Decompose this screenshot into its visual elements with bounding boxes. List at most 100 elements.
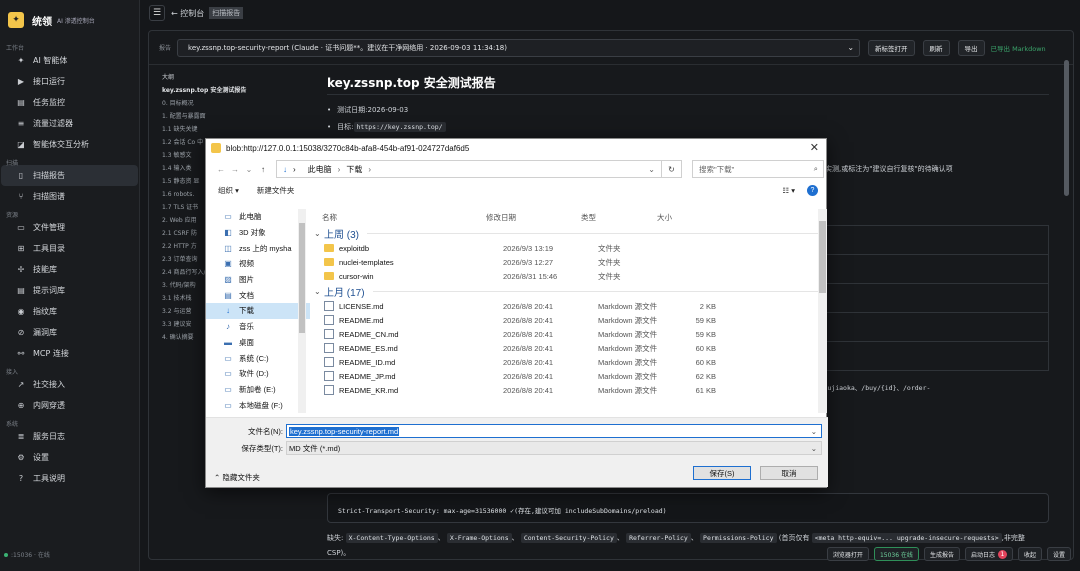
- tree-item[interactable]: ↓ 下载: [206, 303, 310, 319]
- sidebar-item[interactable]: ▤ 提示词库: [1, 280, 138, 301]
- tree-item[interactable]: ◧ 3D 对象: [206, 225, 310, 241]
- close-icon[interactable]: ✕: [810, 141, 819, 154]
- export-button[interactable]: 导出: [957, 39, 985, 56]
- tree-item[interactable]: ▭ 新加卷 (E:): [206, 382, 310, 398]
- tree-item[interactable]: ▭ 软件 (D:): [206, 366, 310, 382]
- cancel-button[interactable]: 取消: [760, 466, 818, 480]
- filetype-label: 保存类型(T):: [241, 443, 283, 453]
- folder-search-input[interactable]: 搜索"下载" ⌕: [692, 160, 824, 178]
- save-button[interactable]: 保存(S): [693, 466, 751, 480]
- address-segment[interactable]: 此电脑: [308, 164, 332, 175]
- chevron-down-icon: ⌄: [314, 228, 321, 238]
- outline-item[interactable]: 0. 目标概况: [162, 97, 312, 110]
- file-list-scroll-thumb[interactable]: [819, 221, 826, 293]
- file-date: 2026/8/8 20:41: [503, 301, 554, 311]
- generate-report-button[interactable]: 生成报告: [923, 547, 960, 561]
- sidebar-item[interactable]: ◉ 指纹库: [1, 301, 138, 322]
- open-new-tab-button[interactable]: 新标签打开: [868, 39, 915, 56]
- app-logo: ✦: [8, 12, 24, 28]
- file-group-header[interactable]: ⌄ 上周 (3): [310, 225, 828, 241]
- tree-item[interactable]: ▬ 桌面: [206, 335, 310, 351]
- hide-folders-toggle[interactable]: ⌃ 隐藏文件夹: [214, 472, 260, 483]
- help-icon[interactable]: ?: [807, 184, 818, 196]
- sidebar-item[interactable]: ? 工具说明: [1, 468, 138, 489]
- file-row[interactable]: README_ES.md 2026/8/8 20:41 Markdown 源文件 60…: [310, 341, 828, 355]
- sidebar-item[interactable]: ⚯ MCP 连接: [1, 343, 138, 364]
- file-type: 文件夹: [598, 243, 621, 253]
- filename-input[interactable]: key.zssnp.top-security-report.md ⌄: [286, 424, 822, 438]
- sidebar-item[interactable]: ▶ 接口运行: [1, 71, 138, 92]
- tree-item[interactable]: ▭ 系统 (C:): [206, 350, 310, 366]
- file-row[interactable]: README_ID.md 2026/8/8 20:41 Markdown 源文件 60…: [310, 355, 828, 369]
- drive-icon: ▭: [224, 384, 232, 394]
- chevron-down-icon[interactable]: ⌄: [811, 444, 817, 453]
- tree-item[interactable]: ▣ 视频: [206, 256, 310, 272]
- sidebar-item[interactable]: ▤ 任务监控: [1, 92, 138, 113]
- chevron-down-icon[interactable]: ⌄: [811, 427, 817, 436]
- tree-item-label: 视频: [239, 259, 254, 269]
- sidebar-item[interactable]: ⑂ 扫描图谱: [1, 186, 138, 207]
- sidebar-item[interactable]: ⊕ 内网穿透: [1, 395, 138, 416]
- menu-icon[interactable]: ☰: [149, 5, 165, 21]
- col-name[interactable]: 名称: [322, 212, 486, 223]
- outline-item[interactable]: 1.1 缺失关键: [162, 123, 312, 136]
- tree-item[interactable]: ▭ 此电脑: [206, 209, 310, 225]
- settings-button[interactable]: 设置: [1046, 547, 1071, 561]
- organize-menu[interactable]: 组织 ▾: [218, 185, 239, 196]
- col-type[interactable]: 类型: [581, 212, 657, 223]
- outline-item[interactable]: key.zssnp.top 安全测试报告: [162, 84, 312, 97]
- up-arrow-icon[interactable]: ↑: [256, 165, 270, 174]
- tree-item[interactable]: ♪ 音乐: [206, 319, 310, 335]
- refresh-icon[interactable]: ↻: [662, 160, 682, 178]
- tree-item[interactable]: ◫ zss 上的 mysha: [206, 240, 310, 256]
- tree-scroll-thumb[interactable]: [299, 223, 305, 333]
- file-group-header[interactable]: ⌄ 上月 (17): [310, 283, 828, 299]
- back-arrow-icon[interactable]: ←: [214, 165, 228, 174]
- file-list-scrollbar[interactable]: [818, 209, 827, 413]
- forward-arrow-icon[interactable]: →: [228, 165, 242, 174]
- sidebar-item[interactable]: ⊘ 漏洞库: [1, 322, 138, 343]
- dialog-title: blob:http://127.0.0.1:15038/3270c84b-afa…: [226, 143, 470, 153]
- sidebar-item[interactable]: ≡ 流量过滤器: [1, 113, 138, 134]
- sidebar-item[interactable]: ↗ 社交接入: [1, 374, 138, 395]
- col-date[interactable]: 修改日期: [486, 212, 581, 223]
- document-scrollbar[interactable]: [1064, 60, 1069, 196]
- address-bar[interactable]: ↓ › 此电脑 › 下载 › ⌄: [276, 160, 662, 178]
- tree-item[interactable]: ▨ 图片: [206, 272, 310, 288]
- tree-item[interactable]: ▤ 文档: [206, 287, 310, 303]
- sidebar-item[interactable]: ≣ 服务日志: [1, 426, 138, 447]
- file-row[interactable]: README_KR.md 2026/8/8 20:41 Markdown 源文件 61…: [310, 383, 828, 397]
- file-row[interactable]: README.md 2026/8/8 20:41 Markdown 源文件 59 KB: [310, 313, 828, 327]
- report-select[interactable]: key.zssnp.top-security-report (Claude · …: [177, 38, 861, 57]
- filetype-select[interactable]: MD 文件 (*.md) ⌄: [286, 441, 822, 455]
- filetype-row: 保存类型(T): MD 文件 (*.md) ⌄: [206, 441, 822, 455]
- address-segment[interactable]: 下载: [346, 164, 362, 175]
- sidebar-item[interactable]: ✢ 技能库: [1, 259, 138, 280]
- file-row[interactable]: README_CN.md 2026/8/8 20:41 Markdown 源文件 59…: [310, 327, 828, 341]
- file-row[interactable]: exploitdb 2026/9/3 13:19 文件夹: [310, 241, 828, 255]
- sidebar-item[interactable]: ✦ AI 智能体: [1, 50, 138, 71]
- sidebar-item[interactable]: ▯ 扫描报告: [1, 165, 138, 186]
- sidebar-item[interactable]: ◪ 智能体交互分析: [1, 134, 138, 155]
- chevron-down-icon[interactable]: ⌄: [648, 165, 655, 174]
- collapse-button[interactable]: 收起: [1017, 547, 1042, 561]
- file-row[interactable]: LICENSE.md 2026/8/8 20:41 Markdown 源文件 2 KB: [310, 299, 828, 313]
- back-to-console-link[interactable]: ← 控制台: [171, 8, 204, 19]
- outline-item[interactable]: 1. 配置与暴露面: [162, 110, 312, 123]
- tree-item[interactable]: ▭ 本地磁盘 (F:): [206, 397, 310, 413]
- sidebar-item[interactable]: ⊞ 工具目录: [1, 238, 138, 259]
- recent-dropdown-icon[interactable]: ⌄: [242, 165, 256, 174]
- tree-scrollbar[interactable]: [298, 209, 306, 413]
- view-options-icon[interactable]: ☷ ▾: [782, 186, 795, 195]
- sidebar-item[interactable]: ⚙ 设置: [1, 447, 138, 468]
- sidebar-item[interactable]: ▭ 文件管理: [1, 217, 138, 238]
- file-row[interactable]: README_JP.md 2026/8/8 20:41 Markdown 源文件 62…: [310, 369, 828, 383]
- refresh-button[interactable]: 刷新: [922, 39, 950, 56]
- file-row[interactable]: nuclei-templates 2026/9/3 12:27 文件夹: [310, 255, 828, 269]
- col-size[interactable]: 大小: [657, 212, 699, 223]
- startup-log-button[interactable]: 启动日志 1: [964, 547, 1013, 561]
- sparkle-icon: ✦: [17, 56, 25, 65]
- file-row[interactable]: cursor-win 2026/8/31 15:46 文件夹: [310, 269, 828, 283]
- open-browser-button[interactable]: 浏览器打开: [826, 547, 869, 561]
- new-folder-button[interactable]: 新建文件夹: [257, 185, 295, 196]
